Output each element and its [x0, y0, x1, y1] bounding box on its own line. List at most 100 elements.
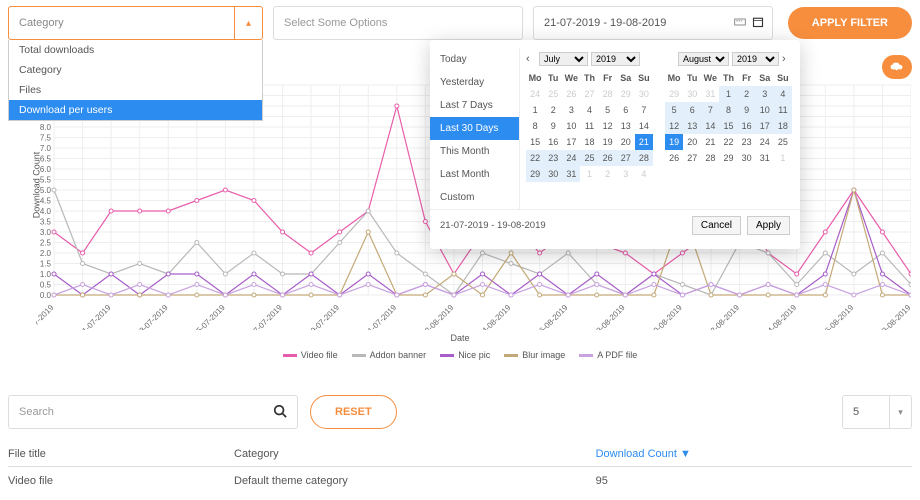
calendar-day[interactable]: 1	[580, 166, 598, 182]
calendar-day[interactable]: 15	[526, 134, 544, 150]
search-input[interactable]: Search	[8, 395, 298, 429]
calendar-day[interactable]: 29	[719, 150, 737, 166]
calendar-day[interactable]: 4	[580, 102, 598, 118]
date-cancel-button[interactable]: Cancel	[692, 216, 741, 235]
calendar-day[interactable]: 6	[617, 102, 635, 118]
calendar-day[interactable]: 25	[774, 134, 792, 150]
calendar-day[interactable]: 19	[665, 134, 683, 150]
calendar-day[interactable]: 26	[665, 150, 683, 166]
calendar-day[interactable]: 13	[683, 118, 701, 134]
date-range-preset[interactable]: This Month	[430, 140, 519, 163]
calendar-day[interactable]: 24	[562, 150, 580, 166]
calendar-day[interactable]: 26	[562, 86, 580, 102]
calendar-day[interactable]: 16	[738, 118, 756, 134]
col-file[interactable]: File title	[8, 448, 234, 460]
date-range-preset[interactable]: Last Month	[430, 163, 519, 186]
calendar-day[interactable]: 31	[701, 86, 719, 102]
calendar-day[interactable]: 21	[701, 134, 719, 150]
calendar-day[interactable]: 22	[526, 150, 544, 166]
calendar-day[interactable]: 5	[599, 102, 617, 118]
calendar-day[interactable]: 15	[719, 118, 737, 134]
calendar-day[interactable]: 29	[617, 86, 635, 102]
cloud-download-button[interactable]	[882, 55, 912, 79]
calendar-day[interactable]: 2	[738, 86, 756, 102]
calendar-day[interactable]: 7	[635, 102, 653, 118]
calendar-day[interactable]: 9	[738, 102, 756, 118]
month-select[interactable]: August	[678, 52, 729, 66]
calendar-day[interactable]: 13	[617, 118, 635, 134]
calendar-day[interactable]: 28	[635, 150, 653, 166]
calendar-day[interactable]: 8	[526, 118, 544, 134]
date-range-preset[interactable]: Today	[430, 48, 519, 71]
calendar-day[interactable]: 12	[599, 118, 617, 134]
category-select[interactable]: Category ▴	[8, 6, 263, 40]
apply-filter-button[interactable]: APPLY FILTER	[788, 7, 912, 39]
calendar-day[interactable]: 30	[544, 166, 562, 182]
date-range-preset[interactable]: Last 7 Days	[430, 94, 519, 117]
calendar-day[interactable]: 23	[738, 134, 756, 150]
col-download-count[interactable]: Download Count ▼	[596, 448, 691, 460]
calendar-day[interactable]: 8	[719, 102, 737, 118]
calendar-day[interactable]: 10	[562, 118, 580, 134]
calendar-day[interactable]: 10	[756, 102, 774, 118]
calendar-day[interactable]: 17	[756, 118, 774, 134]
date-range-preset[interactable]: Last 30 Days	[430, 117, 519, 140]
calendar-day[interactable]: 26	[599, 150, 617, 166]
calendar-day[interactable]: 31	[562, 166, 580, 182]
calendar-day[interactable]: 3	[562, 102, 580, 118]
calendar-day[interactable]: 30	[738, 150, 756, 166]
calendar-day[interactable]: 25	[544, 86, 562, 102]
calendar-day[interactable]: 31	[756, 150, 774, 166]
options-select[interactable]: Select Some Options	[273, 6, 523, 40]
calendar-day[interactable]: 4	[635, 166, 653, 182]
calendar-day[interactable]: 11	[580, 118, 598, 134]
calendar-day[interactable]: 7	[701, 102, 719, 118]
calendar-day[interactable]: 2	[599, 166, 617, 182]
calendar-day[interactable]: 17	[562, 134, 580, 150]
calendar-day[interactable]: 16	[544, 134, 562, 150]
year-select[interactable]: 2019	[732, 52, 779, 66]
calendar-day[interactable]: 29	[526, 166, 544, 182]
calendar-day[interactable]: 18	[580, 134, 598, 150]
month-select[interactable]: July	[539, 52, 588, 66]
calendar-day[interactable]: 30	[683, 86, 701, 102]
category-option[interactable]: Category	[9, 60, 262, 80]
calendar-day[interactable]: 27	[617, 150, 635, 166]
calendar-day[interactable]: 23	[544, 150, 562, 166]
calendar-day[interactable]: 27	[580, 86, 598, 102]
calendar-day[interactable]: 3	[617, 166, 635, 182]
calendar-day[interactable]: 6	[683, 102, 701, 118]
calendar-day[interactable]: 27	[683, 150, 701, 166]
calendar-day[interactable]: 22	[719, 134, 737, 150]
category-option[interactable]: Total downloads	[9, 40, 262, 60]
calendar-day[interactable]: 12	[665, 118, 683, 134]
calendar-day[interactable]: 2	[544, 102, 562, 118]
calendar-day[interactable]: 1	[774, 150, 792, 166]
calendar-day[interactable]: 18	[774, 118, 792, 134]
calendar-day[interactable]: 28	[701, 150, 719, 166]
date-apply-button[interactable]: Apply	[747, 216, 790, 235]
calendar-day[interactable]: 24	[526, 86, 544, 102]
reset-button[interactable]: RESET	[310, 395, 397, 429]
calendar-day[interactable]: 25	[580, 150, 598, 166]
calendar-day[interactable]: 14	[701, 118, 719, 134]
calendar-day[interactable]: 1	[719, 86, 737, 102]
category-option[interactable]: Download per users	[9, 100, 262, 120]
date-range-input[interactable]: 21-07-2019 - 19-08-2019	[533, 6, 773, 40]
calendar-day[interactable]: 4	[774, 86, 792, 102]
calendar-day[interactable]: 24	[756, 134, 774, 150]
next-month-icon[interactable]: ›	[782, 53, 792, 65]
page-size-select[interactable]: 5 ▾	[842, 395, 912, 429]
calendar-day[interactable]: 20	[683, 134, 701, 150]
calendar-day[interactable]: 30	[635, 86, 653, 102]
date-range-preset[interactable]: Yesterday	[430, 71, 519, 94]
calendar-day[interactable]: 19	[599, 134, 617, 150]
calendar-day[interactable]: 21	[635, 134, 653, 150]
year-select[interactable]: 2019	[591, 52, 640, 66]
calendar-day[interactable]: 20	[617, 134, 635, 150]
calendar-day[interactable]: 1	[526, 102, 544, 118]
calendar-day[interactable]: 28	[599, 86, 617, 102]
table-row[interactable]: Video fileDefault theme category95	[8, 467, 912, 495]
col-category[interactable]: Category	[234, 448, 596, 460]
prev-month-icon[interactable]: ‹	[526, 53, 536, 65]
